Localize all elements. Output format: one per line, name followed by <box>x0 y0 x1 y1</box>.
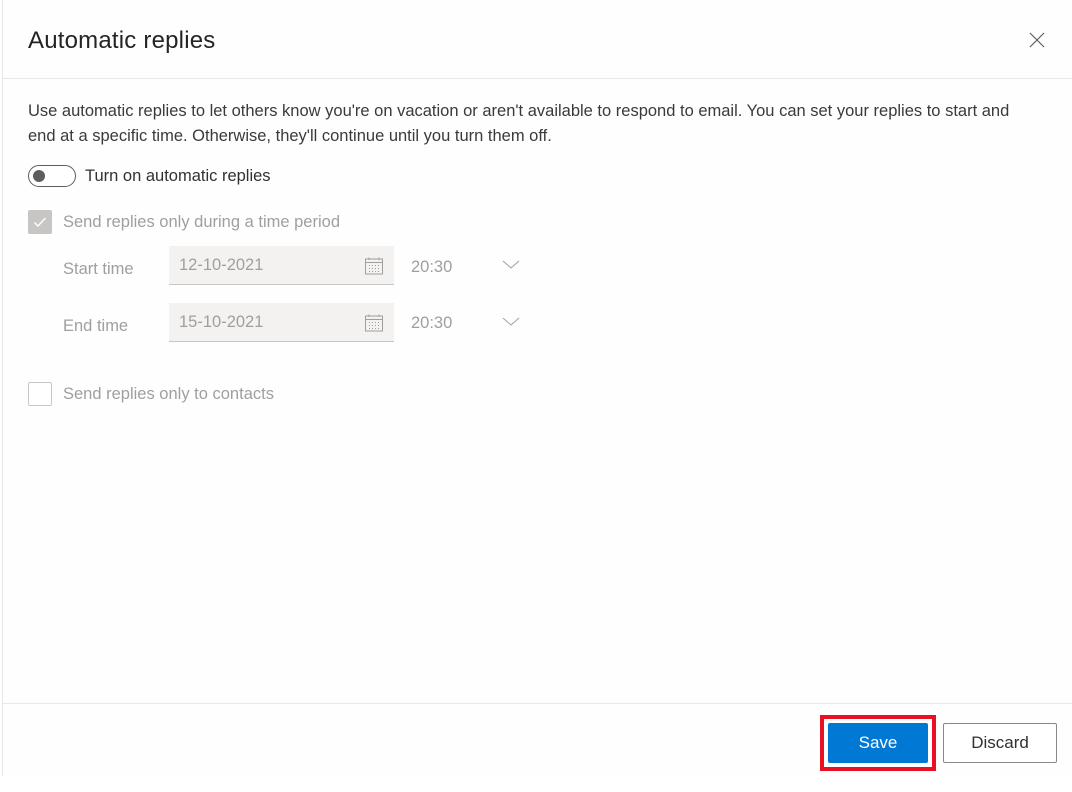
dialog-title: Automatic replies <box>28 27 216 54</box>
contacts-only-checkbox[interactable] <box>28 382 52 406</box>
contacts-only-row: Send replies only to contacts <box>28 382 274 406</box>
toggle-label: Turn on automatic replies <box>85 166 271 185</box>
start-time-label: Start time <box>63 260 134 278</box>
automatic-replies-dialog: Automatic replies Use automatic replies … <box>2 0 1072 776</box>
start-time-select[interactable]: 20:30 <box>411 258 452 277</box>
auto-reply-toggle[interactable] <box>28 165 76 187</box>
start-date-value: 12-10-2021 <box>179 256 264 274</box>
close-button[interactable] <box>1027 30 1047 50</box>
chevron-down-icon[interactable] <box>502 260 520 270</box>
save-button[interactable]: Save <box>828 723 928 763</box>
dialog-description: Use automatic replies to let others know… <box>28 102 1010 145</box>
checkmark-icon <box>34 217 47 228</box>
time-period-row: Send replies only during a time period <box>28 210 340 234</box>
dialog-header: Automatic replies <box>3 0 1072 79</box>
end-time-select[interactable]: 20:30 <box>411 314 452 333</box>
footer-divider <box>3 703 1072 704</box>
chevron-down-icon[interactable] <box>502 317 520 327</box>
calendar-icon[interactable] <box>364 313 384 333</box>
contacts-only-label: Send replies only to contacts <box>63 384 274 403</box>
end-date-value: 15-10-2021 <box>179 313 264 331</box>
time-period-checkbox[interactable] <box>28 210 52 234</box>
auto-reply-toggle-row: Turn on automatic replies <box>28 165 271 187</box>
discard-button[interactable]: Discard <box>943 723 1057 763</box>
close-icon <box>1029 32 1045 48</box>
end-date-field[interactable]: 15-10-2021 <box>169 303 394 342</box>
calendar-icon[interactable] <box>364 256 384 276</box>
end-time-label: End time <box>63 317 129 335</box>
toggle-knob <box>33 170 45 182</box>
start-date-field[interactable]: 12-10-2021 <box>169 246 394 285</box>
time-period-label: Send replies only during a time period <box>63 212 340 231</box>
